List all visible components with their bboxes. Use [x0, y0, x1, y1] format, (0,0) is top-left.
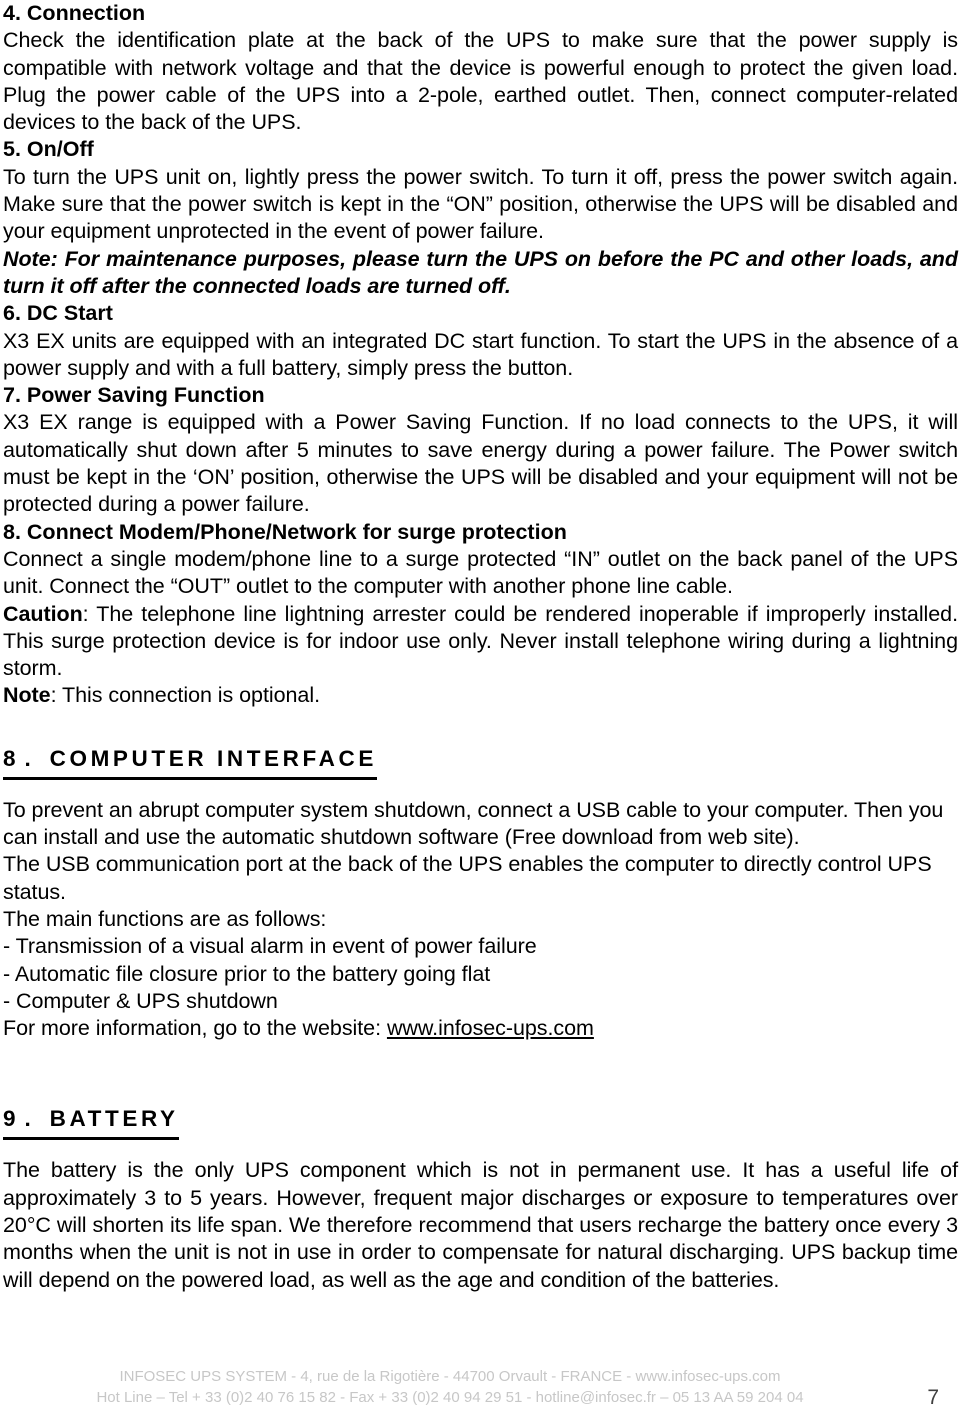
- footer-address-block: INFOSEC UPS SYSTEM - 4, rue de la Rigoti…: [0, 1366, 900, 1408]
- heading-computer-interface-wrap: 8. COMPUTER INTERFACE: [3, 744, 958, 780]
- paragraph-ci-website: For more information, go to the website:…: [3, 1015, 958, 1042]
- paragraph-power-saving-body: X3 EX range is equipped with a Power Sav…: [3, 410, 958, 517]
- page-number: 7: [927, 1386, 939, 1409]
- heading-connect-modem: 8. Connect Modem/Phone/Network for surge…: [3, 519, 567, 544]
- footer-line-1: INFOSEC UPS SYSTEM - 4, rue de la Rigoti…: [119, 1368, 781, 1385]
- page-footer: INFOSEC UPS SYSTEM - 4, rue de la Rigoti…: [0, 1366, 960, 1412]
- paragraph-onoff-body: To turn the UPS unit on, lightly press t…: [3, 164, 958, 244]
- paragraph-modem-caution: Caution: The telephone line lightning ar…: [3, 601, 958, 683]
- website-prefix: For more information, go to the website:: [3, 1016, 387, 1041]
- paragraph-ci-1: To prevent an abrupt computer system shu…: [3, 797, 944, 850]
- heading-battery: 9. BATTERY: [3, 1104, 179, 1141]
- note-label: Note: [3, 683, 51, 708]
- paragraph-modem-note: Note: This connection is optional.: [3, 682, 958, 709]
- heading-label: COMPUTER INTERFACE: [39, 745, 377, 771]
- paragraph-modem-body: Connect a single modem/phone line to a s…: [3, 546, 958, 599]
- website-link[interactable]: www.infosec-ups.com: [387, 1016, 594, 1040]
- note-separator: :: [50, 246, 65, 271]
- note-separator: :: [50, 683, 63, 708]
- heading-number: 9.: [3, 1106, 40, 1132]
- heading-power-saving: 7. Power Saving Function: [3, 383, 265, 408]
- page-content: 4. Connection Check the identification p…: [3, 0, 958, 1294]
- paragraph-battery-body: The battery is the only UPS component wh…: [3, 1158, 958, 1292]
- caution-separator: :: [82, 601, 97, 626]
- paragraph-dc-start-body: X3 EX units are equipped with an integra…: [3, 328, 958, 380]
- paragraph-connection-body: Check the identification plate at the ba…: [3, 28, 958, 135]
- caution-text: The telephone line lightning arrester co…: [3, 601, 959, 681]
- heading-battery-wrap: 9. BATTERY: [3, 1104, 958, 1141]
- footer-line-2: Hot Line – Tel + 33 (0)2 40 76 15 82 - F…: [96, 1389, 804, 1406]
- heading-dc-start: 6. DC Start: [3, 301, 113, 326]
- heading-onoff: 5. On/Off: [3, 137, 94, 162]
- heading-connection: 4. Connection: [3, 1, 146, 25]
- heading-label: BATTERY: [39, 1106, 179, 1132]
- document-page: 4. Connection Check the identification p…: [0, 0, 960, 1418]
- note-label: Note: [3, 246, 51, 271]
- paragraph-ci-2: The USB communication port at the back o…: [3, 852, 932, 904]
- heading-computer-interface: 8. COMPUTER INTERFACE: [3, 744, 377, 780]
- list-item-ci-bullet-1: - Transmission of a visual alarm in even…: [3, 934, 537, 959]
- list-item-ci-bullet-2: - Automatic file closure prior to the ba…: [3, 961, 491, 986]
- note-text: For maintenance purposes, please turn th…: [3, 246, 958, 298]
- heading-number: 8.: [3, 745, 40, 771]
- list-item-ci-bullet-3: - Computer & UPS shutdown: [3, 988, 278, 1013]
- paragraph-ci-3: The main functions are as follows:: [3, 906, 327, 931]
- paragraph-onoff-note: Note: For maintenance purposes, please t…: [3, 246, 958, 301]
- note-text: This connection is optional.: [62, 683, 320, 708]
- caution-label: Caution: [3, 601, 83, 626]
